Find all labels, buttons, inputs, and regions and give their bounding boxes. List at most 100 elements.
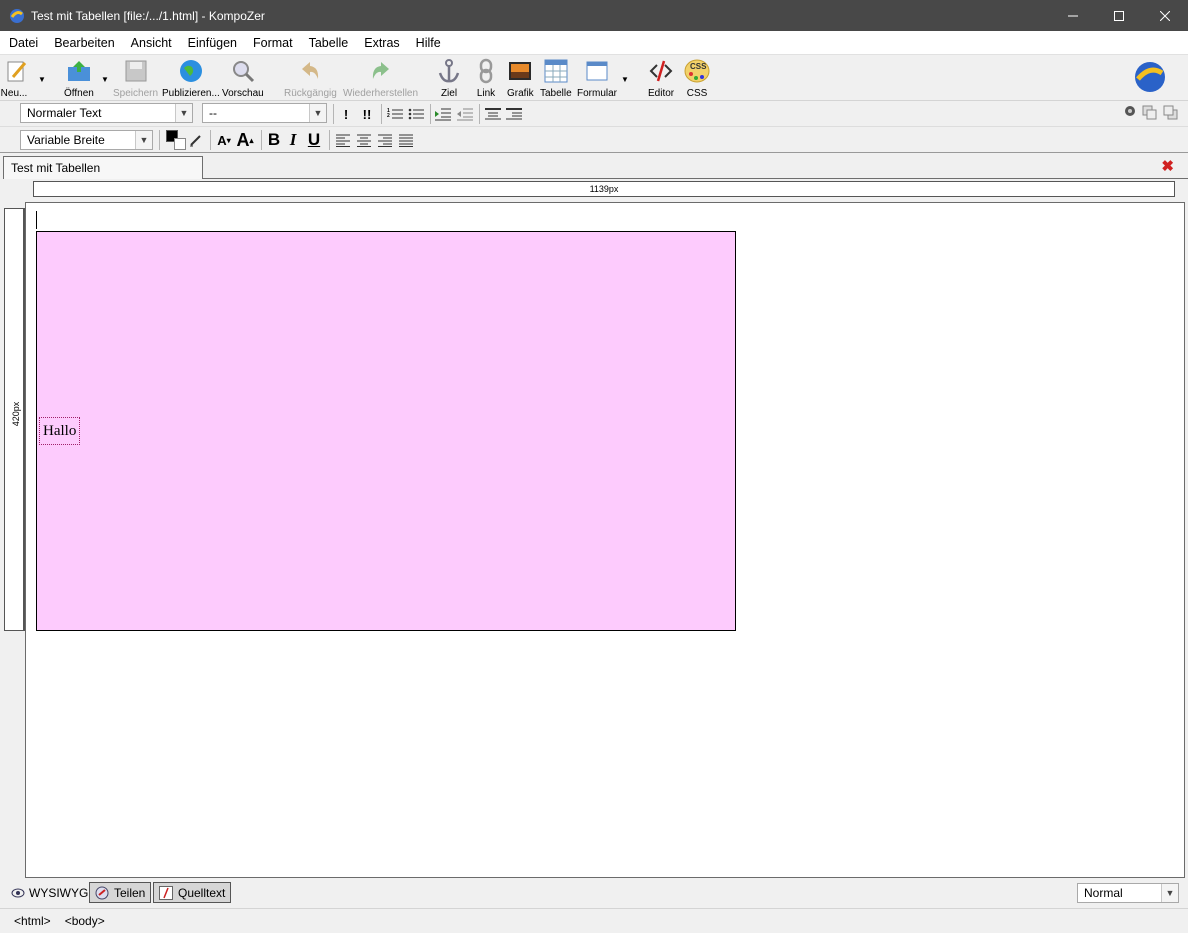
link-button[interactable]: Link: [473, 58, 499, 99]
menu-format[interactable]: Format: [245, 32, 301, 54]
headings-down-button[interactable]: [505, 105, 523, 123]
editor-button[interactable]: Editor: [648, 58, 674, 99]
menu-ansicht[interactable]: Ansicht: [123, 32, 180, 54]
align-left-button[interactable]: [335, 131, 351, 149]
bold-button[interactable]: B: [266, 130, 282, 149]
preview-magnifier-icon: [230, 58, 256, 84]
main-toolbar: Neu... ▼ Öffnen ▼ Speichern Publizieren.…: [0, 55, 1188, 101]
layer-buttons: [1124, 105, 1179, 120]
underline-button[interactable]: U: [305, 130, 323, 149]
indent-icon: [435, 108, 451, 121]
table-cell[interactable]: Hallo: [39, 417, 80, 445]
align-justify-icon: [399, 134, 413, 147]
chevron-down-icon: ▼: [1161, 884, 1178, 902]
absolute-position-icon[interactable]: [1124, 105, 1137, 118]
tag-body[interactable]: <body>: [65, 914, 105, 928]
tab-source[interactable]: Quelltext: [153, 882, 232, 903]
align-right-icon: [378, 134, 392, 147]
text-block-right-icon: [506, 108, 522, 120]
save-disk-icon: [123, 58, 149, 84]
indent-button[interactable]: [434, 105, 452, 123]
menu-tabelle[interactable]: Tabelle: [301, 32, 357, 54]
align-left-icon: [336, 134, 350, 147]
text-block-icon: [485, 108, 501, 120]
svg-text:CSS: CSS: [690, 62, 707, 71]
bring-forward-icon[interactable]: [1142, 105, 1158, 120]
close-window-button[interactable]: [1142, 0, 1188, 31]
redo-arrow-icon: [368, 58, 394, 84]
preview-button[interactable]: Vorschau: [222, 58, 264, 99]
emphasis-button[interactable]: !: [340, 105, 352, 123]
link-chain-icon: [473, 58, 499, 84]
menu-extras[interactable]: Extras: [356, 32, 407, 54]
highlight-button[interactable]: [188, 131, 204, 149]
paragraph-style-select[interactable]: Normaler Text ▼: [20, 103, 193, 123]
anchor-button[interactable]: Ziel: [436, 58, 462, 99]
anchor-icon: [436, 58, 462, 84]
eye-icon: [11, 888, 25, 897]
align-center-icon: [357, 134, 371, 147]
bullet-list-button[interactable]: [407, 105, 425, 123]
send-backward-icon[interactable]: [1163, 105, 1179, 120]
css-button[interactable]: CSS CSS: [684, 58, 710, 99]
numbered-list-button[interactable]: 12: [386, 105, 404, 123]
maximize-button[interactable]: [1096, 0, 1142, 31]
outdent-icon: [457, 108, 473, 121]
close-tab-icon[interactable]: ✖: [1161, 159, 1174, 174]
open-dropdown-icon[interactable]: ▼: [101, 75, 109, 84]
tab-test-mit-tabellen[interactable]: Test mit Tabellen: [3, 156, 203, 179]
kompozer-globe-logo-icon: [1134, 61, 1166, 96]
image-button[interactable]: Grafik: [507, 58, 534, 99]
align-center-button[interactable]: [356, 131, 372, 149]
font-select[interactable]: Variable Breite ▼: [20, 130, 153, 150]
width-ruler: 1139px: [33, 181, 1175, 197]
form-dropdown-icon[interactable]: ▼: [621, 75, 629, 84]
undo-button[interactable]: Rückgängig: [284, 58, 337, 99]
editor-code-icon: [648, 58, 674, 84]
italic-button[interactable]: I: [286, 130, 300, 149]
menu-datei[interactable]: Datei: [1, 32, 46, 54]
status-bar: <html> <body>: [0, 908, 1188, 933]
format-toolbar-1: Normaler Text ▼ -- ▼ ! !! 12: [0, 101, 1188, 127]
image-picture-icon: [507, 58, 533, 84]
numbered-list-icon: 12: [387, 108, 403, 119]
align-right-button[interactable]: [377, 131, 393, 149]
new-document-icon: [4, 58, 30, 84]
menu-hilfe[interactable]: Hilfe: [408, 32, 449, 54]
bullet-list-icon: [408, 108, 424, 120]
save-button[interactable]: Speichern: [113, 58, 158, 99]
window-title: Test mit Tabellen [file:/.../1.html] - K…: [31, 8, 265, 23]
open-button[interactable]: Öffnen: [64, 58, 94, 99]
form-button[interactable]: Formular: [577, 58, 617, 99]
smaller-font-button[interactable]: A ▾: [215, 131, 233, 149]
pink-table[interactable]: [36, 231, 736, 631]
form-window-icon: [584, 58, 610, 84]
menu-bar: Datei Bearbeiten Ansicht Einfügen Format…: [0, 31, 1188, 55]
tag-html[interactable]: <html>: [14, 914, 51, 928]
class-select[interactable]: -- ▼: [202, 103, 327, 123]
kompozer-app-icon: [10, 8, 24, 23]
strong-emphasis-button[interactable]: !!: [359, 105, 375, 123]
menu-bearbeiten[interactable]: Bearbeiten: [46, 32, 122, 54]
larger-font-button[interactable]: A ▴: [235, 130, 255, 150]
background-color-swatch: [174, 138, 186, 150]
height-ruler: 420px: [4, 208, 25, 631]
redo-button[interactable]: Wiederherstellen: [343, 58, 418, 99]
menu-einfuegen[interactable]: Einfügen: [180, 32, 245, 54]
minimize-button[interactable]: [1050, 0, 1096, 31]
justify-button[interactable]: [398, 131, 414, 149]
headings-up-button[interactable]: [484, 105, 502, 123]
css-palette-icon: CSS: [684, 58, 710, 84]
tab-wysiwyg[interactable]: WYSIWYG: [6, 882, 94, 903]
outdent-button[interactable]: [456, 105, 474, 123]
table-button[interactable]: Tabelle: [540, 58, 572, 99]
chevron-down-icon: ▼: [309, 104, 326, 122]
new-dropdown-icon[interactable]: ▼: [38, 75, 46, 84]
document-tab-strip: Test mit Tabellen ✖: [0, 153, 1188, 179]
publish-button[interactable]: Publizieren...: [162, 58, 220, 99]
text-color-button[interactable]: [166, 130, 186, 150]
tab-split[interactable]: Teilen: [89, 882, 152, 903]
new-button[interactable]: Neu...: [1, 58, 30, 99]
title-bar: Test mit Tabellen [file:/.../1.html] - K…: [0, 0, 1188, 31]
zoom-select[interactable]: Normal ▼: [1077, 883, 1179, 903]
